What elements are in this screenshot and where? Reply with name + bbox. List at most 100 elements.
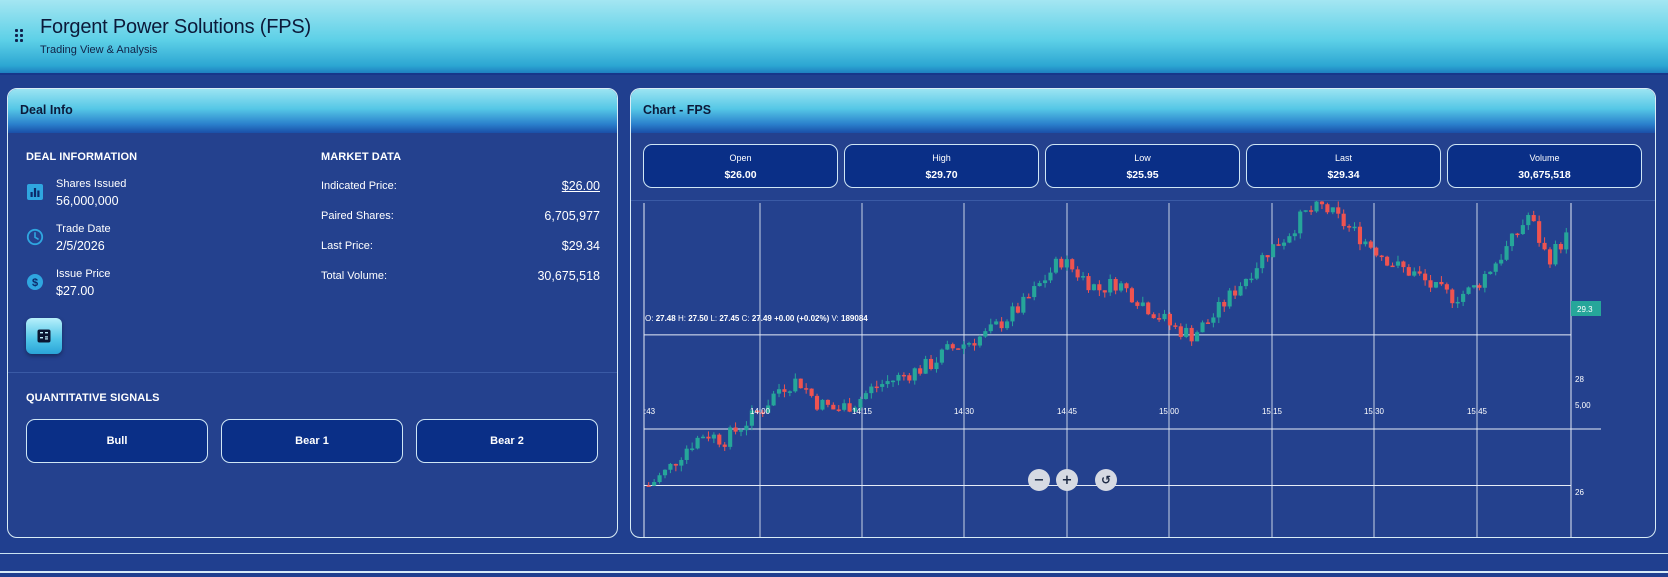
indicated-price-value[interactable]: $26.00: [562, 179, 600, 193]
x-tick-top-8: 15:45: [1467, 407, 1488, 416]
candle-body: [1509, 233, 1515, 247]
candle-body: [804, 388, 809, 390]
candle-body: [814, 395, 820, 410]
candle-body: [1314, 201, 1319, 212]
stat-low: Low $25.95: [1045, 144, 1240, 188]
candle-body: [1455, 301, 1460, 304]
candle-body: [1401, 261, 1406, 268]
candle-body: [966, 343, 972, 345]
candle-body: [1417, 271, 1422, 274]
candle-body: [1178, 326, 1183, 337]
legend-open: 27.48: [656, 314, 677, 323]
legend-high: 27.50: [688, 314, 709, 323]
reset-zoom-button[interactable]: ↺: [1095, 469, 1117, 491]
candle-body: [1004, 321, 1010, 329]
candle-body: [1167, 313, 1173, 326]
candle-body: [934, 362, 939, 370]
quantitative-signals-heading: QUANTITATIVE SIGNALS: [26, 392, 160, 404]
candle-body: [1515, 233, 1520, 236]
legend-v-label: V:: [832, 314, 839, 323]
candle-body: [1146, 302, 1151, 315]
trade-date-value: 2/5/2026: [56, 239, 105, 253]
candle-body: [912, 368, 917, 381]
issue-price-value: $27.00: [56, 284, 95, 298]
candle-body: [1531, 215, 1536, 222]
candle-body: [1488, 271, 1493, 275]
candle-body: [907, 375, 912, 381]
candle-body: [798, 378, 803, 389]
stat-last-value: $29.34: [1327, 169, 1360, 181]
candle-body: [863, 393, 868, 399]
candle-body: [722, 444, 727, 447]
zoom-in-button[interactable]: +: [1056, 469, 1078, 491]
candle-body: [836, 409, 841, 411]
candle-body: [1336, 207, 1341, 214]
candle-body: [1341, 213, 1346, 227]
candle-body: [869, 386, 874, 394]
x-tick-top-1: 14:00: [750, 407, 771, 416]
candle-body: [1298, 211, 1303, 234]
stat-high-label: High: [932, 153, 951, 163]
candle-body: [896, 374, 901, 381]
stat-high-value: $29.70: [925, 169, 958, 181]
candle-body: [690, 448, 695, 450]
candle-body: [1477, 285, 1482, 288]
candle-body: [744, 425, 749, 431]
candle-body: [1053, 258, 1058, 273]
candle-body: [831, 404, 836, 410]
bar-chart-icon: [27, 184, 43, 200]
candle-body: [1423, 273, 1428, 281]
signal-bear1-button[interactable]: Bear 1: [221, 419, 403, 463]
legend-h-label: H:: [678, 314, 686, 323]
candle-body: [1135, 302, 1140, 306]
candle-body: [695, 437, 700, 449]
candle-body: [885, 381, 890, 385]
candle-body: [1157, 318, 1162, 320]
candle-body: [1542, 242, 1547, 250]
candle-body: [1032, 286, 1037, 298]
candle-body: [1493, 263, 1498, 272]
deal-info-panel: Deal Info DEAL INFORMATION Shares Issued…: [7, 88, 618, 538]
deal-info-title: Deal Info: [8, 89, 617, 133]
issue-price-label: Issue Price: [56, 268, 111, 280]
x-tick-top-0: :43: [644, 407, 656, 416]
candle-body: [1281, 242, 1287, 246]
x-tick-top-2: 14:15: [852, 407, 873, 416]
candle-body: [717, 434, 722, 445]
zoom-out-button[interactable]: −: [1028, 469, 1050, 491]
candle-body: [956, 348, 961, 350]
last-price-label: Last Price:: [321, 240, 373, 252]
candle-body: [1406, 267, 1411, 276]
candles: [646, 201, 1569, 487]
candle-body: [706, 436, 711, 439]
signal-bull-button[interactable]: Bull: [26, 419, 208, 463]
candle-body: [1119, 283, 1124, 291]
candle-body: [1439, 281, 1444, 285]
candle-body: [1379, 255, 1384, 258]
clock-icon: [26, 228, 44, 246]
price-chart[interactable]: O: 27.48 H: 27.50 L: 27.45 C: 27.49 +0.0…: [631, 201, 1656, 538]
y-tick-26: 26: [1575, 488, 1584, 497]
legend-low: 27.45: [719, 314, 740, 323]
candle-body: [1070, 259, 1075, 270]
candle-body: [1482, 274, 1487, 288]
candle-body: [1504, 246, 1509, 260]
candle-body: [1026, 296, 1031, 299]
chart-panel: Chart - FPS Open $26.00 High $29.70 Low …: [630, 88, 1656, 538]
calculator-button[interactable]: [26, 318, 62, 354]
x-tick-top-6: 15:15: [1262, 407, 1283, 416]
indicated-price-label: Indicated Price:: [321, 180, 397, 192]
candle-body: [1021, 296, 1026, 313]
candle-body: [1433, 281, 1439, 288]
signal-bear2-button[interactable]: Bear 2: [416, 419, 598, 463]
calculator-icon: [37, 329, 51, 343]
candle-body: [1238, 286, 1243, 296]
volume-axis-label: 5,00: [1575, 401, 1591, 410]
x-tick-top-5: 15:00: [1159, 407, 1180, 416]
candle-body: [668, 463, 673, 470]
candle-body: [890, 380, 896, 383]
drag-handle-icon[interactable]: [15, 29, 25, 43]
section-divider: [8, 372, 617, 373]
candle-body: [994, 321, 999, 325]
stat-last: Last $29.34: [1246, 144, 1441, 188]
